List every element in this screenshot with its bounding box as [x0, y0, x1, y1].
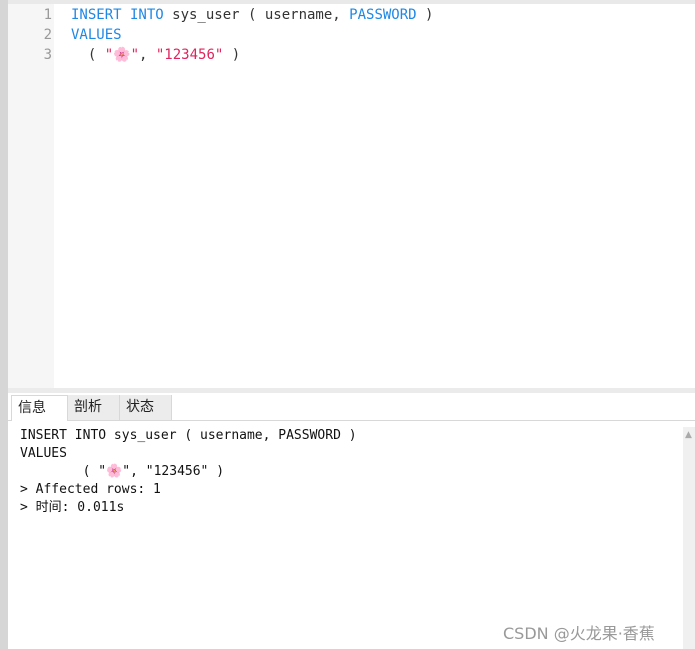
scroll-up-icon[interactable]: ▲ [685, 430, 692, 440]
code-text: ) [416, 7, 434, 23]
tab-profile[interactable]: 剖析 [68, 395, 120, 420]
code-text: , [139, 47, 156, 63]
output-panel [8, 421, 683, 649]
code-text: ) [223, 47, 241, 63]
keyword: INSERT INTO [71, 7, 164, 23]
string-literal: "🌸" [104, 47, 140, 63]
keyword: VALUES [71, 27, 122, 43]
code-line-1[interactable]: INSERT INTO sys_user ( username, PASSWOR… [71, 5, 433, 25]
string-literal: "123456" [155, 47, 224, 63]
output-line: ( "🌸", "123456" ) [20, 464, 225, 479]
result-tabs: 信息 剖析 状态 [8, 393, 695, 422]
output-line: > 时间: 0.011s [20, 500, 125, 515]
code-line-3[interactable]: ( "🌸", "123456" ) [71, 45, 240, 65]
line-number: 3 [43, 47, 52, 63]
code-text: sys_user ( username, [163, 7, 350, 23]
watermark: CSDN @火龙果·香蕉 [503, 624, 655, 643]
line-number: 2 [43, 27, 52, 43]
tab-status[interactable]: 状态 [120, 395, 172, 420]
vertical-scrollbar[interactable] [683, 427, 695, 649]
code-line-2[interactable]: VALUES [71, 25, 122, 45]
code-text: ( [71, 47, 105, 63]
output-line: INSERT INTO sys_user ( username, PASSWOR… [20, 428, 357, 443]
line-number: 1 [43, 7, 52, 23]
keyword: PASSWORD [349, 7, 417, 23]
output-line: > Affected rows: 1 [20, 482, 161, 497]
left-border [0, 0, 8, 649]
output-line: VALUES [20, 446, 67, 461]
tab-info[interactable]: 信息 [11, 395, 68, 422]
